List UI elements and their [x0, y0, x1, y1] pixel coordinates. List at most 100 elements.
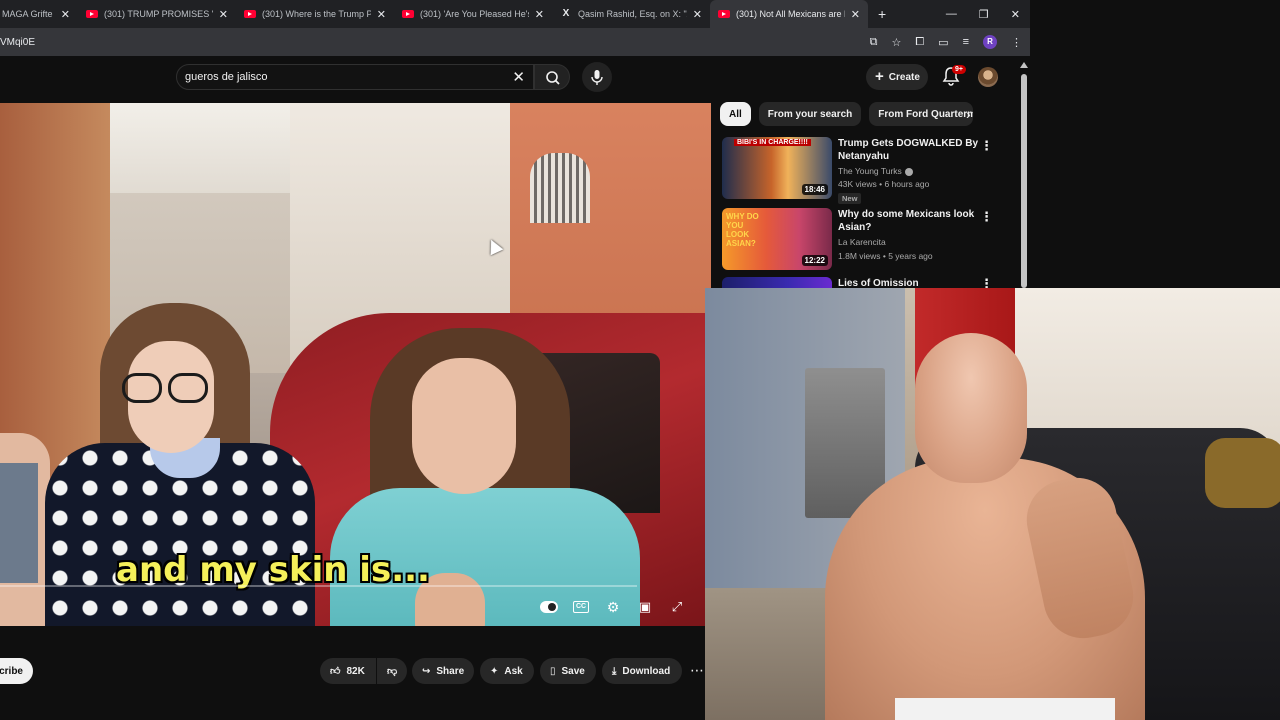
- video-progress-bar[interactable]: [0, 585, 637, 587]
- browser-tab[interactable]: X Qasim Rashid, Esq. on X: "An u ✕: [552, 0, 710, 28]
- video-thumbnail[interactable]: [722, 277, 832, 288]
- playlist-icon[interactable]: ≡: [963, 36, 969, 48]
- scrollbar-thumb[interactable]: [1021, 74, 1027, 288]
- save-label: Save: [561, 665, 585, 677]
- more-options-icon[interactable]: ⋮: [980, 277, 993, 288]
- search-icon: [546, 71, 560, 85]
- chip-from-channel[interactable]: From Ford Quarterman: [869, 102, 974, 126]
- x-icon: X: [562, 8, 570, 19]
- recommendation-item[interactable]: WHY DO YOU LOOK ASIAN? 12:22 Why do some…: [722, 208, 1012, 274]
- search-input[interactable]: gueros de jalisco ✕: [176, 64, 534, 90]
- video-duration: 18:46: [801, 184, 828, 195]
- fullscreen-icon: ⤢: [671, 599, 683, 614]
- gear-icon: ⚙: [606, 598, 620, 615]
- cast-icon[interactable]: ▭: [938, 36, 948, 49]
- settings-button[interactable]: ⚙: [604, 598, 622, 616]
- miniplayer-button[interactable]: ▣: [636, 598, 654, 616]
- youtube-icon: [86, 10, 98, 18]
- sparkle-icon: ✦: [490, 665, 499, 677]
- download-button[interactable]: ⤓ Download: [602, 658, 682, 684]
- browser-tab-bar: MAGA Grifte ✕ (301) TRUMP PROMISES 'DEAT…: [0, 0, 1030, 28]
- browser-tab[interactable]: (301) TRUMP PROMISES 'DEATH ✕: [78, 0, 236, 28]
- restore-icon[interactable]: ❐: [979, 8, 989, 21]
- fullscreen-button[interactable]: ⤢: [668, 598, 686, 616]
- tab-title: (301) TRUMP PROMISES 'DEATH: [104, 9, 213, 19]
- more-actions-icon[interactable]: ⋯: [690, 662, 704, 679]
- close-tab-icon[interactable]: ✕: [377, 8, 386, 21]
- page-scrollbar[interactable]: [1020, 62, 1028, 288]
- youtube-icon: [718, 10, 730, 18]
- webcam-overlay: [705, 288, 1280, 720]
- download-label: Download: [622, 665, 671, 677]
- recommendation-item[interactable]: BIBI'S IN CHARGE!!!! 18:46 Trump Gets DO…: [722, 137, 1012, 204]
- subtitles-button[interactable]: CC: [572, 598, 590, 616]
- video-frame-window: [530, 153, 590, 223]
- video-frame-glasses: [118, 373, 212, 407]
- youtube-icon: [402, 10, 414, 18]
- tab-title: (301) 'Are You Pleased He's Dead: [420, 9, 529, 19]
- recommendation-title[interactable]: Lies of Omission: [838, 277, 978, 288]
- chevron-right-icon[interactable]: ›: [966, 106, 971, 122]
- dislike-button[interactable]: 👎︎: [377, 658, 407, 684]
- microphone-icon: [591, 70, 603, 85]
- video-caption: and my skin is...: [116, 550, 430, 590]
- scroll-up-arrow-icon[interactable]: [1020, 62, 1028, 68]
- video-thumbnail[interactable]: WHY DO YOU LOOK ASIAN? 12:22: [722, 208, 832, 270]
- youtube-icon: [244, 10, 256, 18]
- filter-chips: All From your search From Ford Quarterma…: [720, 102, 974, 126]
- browser-tab-active[interactable]: (301) Not All Mexicans are Brow ✕: [710, 0, 868, 28]
- account-avatar[interactable]: [978, 67, 998, 87]
- new-tab-button[interactable]: +: [878, 6, 886, 22]
- url-text[interactable]: VMqi0E: [0, 37, 35, 48]
- close-tab-icon[interactable]: ✕: [219, 8, 228, 21]
- video-thumbnail[interactable]: BIBI'S IN CHARGE!!!! 18:46: [722, 137, 832, 199]
- more-options-icon[interactable]: ⋮: [980, 209, 993, 225]
- clear-search-icon[interactable]: ✕: [512, 68, 525, 86]
- recommendation-title[interactable]: Trump Gets DOGWALKED By Netanyahu: [838, 137, 978, 163]
- autoplay-toggle[interactable]: [540, 598, 558, 616]
- browser-tab[interactable]: MAGA Grifte ✕: [0, 0, 78, 28]
- profile-avatar[interactable]: R: [983, 35, 997, 49]
- bookmark-star-icon[interactable]: ☆: [891, 36, 901, 49]
- bookmark-icon: ▯: [550, 665, 556, 677]
- channel-name-text: The Young Turks: [838, 166, 902, 176]
- window-controls: — ❐ ✕: [946, 0, 1020, 28]
- minimize-icon[interactable]: —: [946, 8, 957, 20]
- close-window-icon[interactable]: ✕: [1011, 8, 1020, 21]
- video-actions: cribe 👍︎ 82K 👎︎ ↪ Share ✦ Ask ▯ Save ⤓ D…: [0, 658, 705, 686]
- channel-name[interactable]: The Young Turks: [838, 166, 913, 176]
- save-button[interactable]: ▯ Save: [540, 658, 596, 684]
- chip-all[interactable]: All: [720, 102, 751, 126]
- chip-from-your-search[interactable]: From your search: [758, 102, 862, 126]
- video-player[interactable]: [0, 103, 711, 626]
- notifications-badge: 9+: [952, 65, 966, 74]
- voice-search-button[interactable]: [582, 62, 612, 92]
- miniplayer-icon: ▣: [638, 599, 652, 614]
- channel-name[interactable]: La Karencita: [838, 237, 886, 247]
- browser-tab[interactable]: (301) Where is the Trump Phone ✕: [236, 0, 394, 28]
- close-tab-icon[interactable]: ✕: [61, 8, 70, 21]
- video-duration: 12:22: [801, 255, 828, 266]
- recommendation-item[interactable]: Lies of Omission ⋮: [722, 277, 1012, 288]
- video-frame-person-shirt: [0, 463, 38, 583]
- recommendation-title[interactable]: Why do some Mexicans look Asian?: [838, 208, 978, 234]
- like-button[interactable]: 👍︎ 82K: [320, 658, 376, 684]
- close-tab-icon[interactable]: ✕: [535, 8, 544, 21]
- webcam-person-head: [915, 333, 1027, 483]
- create-button[interactable]: + Create: [866, 64, 928, 90]
- subscribe-button[interactable]: cribe: [0, 658, 33, 684]
- thumbs-up-icon: 👍︎: [330, 666, 341, 677]
- extensions-icon[interactable]: ⧠: [915, 36, 924, 49]
- share-button[interactable]: ↪ Share: [412, 658, 474, 684]
- more-options-icon[interactable]: ⋮: [980, 138, 993, 154]
- close-tab-icon[interactable]: ✕: [851, 8, 860, 21]
- browser-tab[interactable]: (301) 'Are You Pleased He's Dead ✕: [394, 0, 552, 28]
- close-tab-icon[interactable]: ✕: [693, 8, 702, 21]
- like-count: 82K: [346, 665, 365, 677]
- address-bar: VMqi0E ⧉ ☆ ⧠ ▭ ≡ R ⋮: [0, 28, 1030, 56]
- install-app-icon[interactable]: ⧉: [870, 36, 878, 49]
- menu-kebab-icon[interactable]: ⋮: [1011, 36, 1022, 49]
- search-button[interactable]: [534, 64, 570, 90]
- video-meta: 1.8M views • 5 years ago: [838, 251, 933, 261]
- ask-button[interactable]: ✦ Ask: [480, 658, 534, 684]
